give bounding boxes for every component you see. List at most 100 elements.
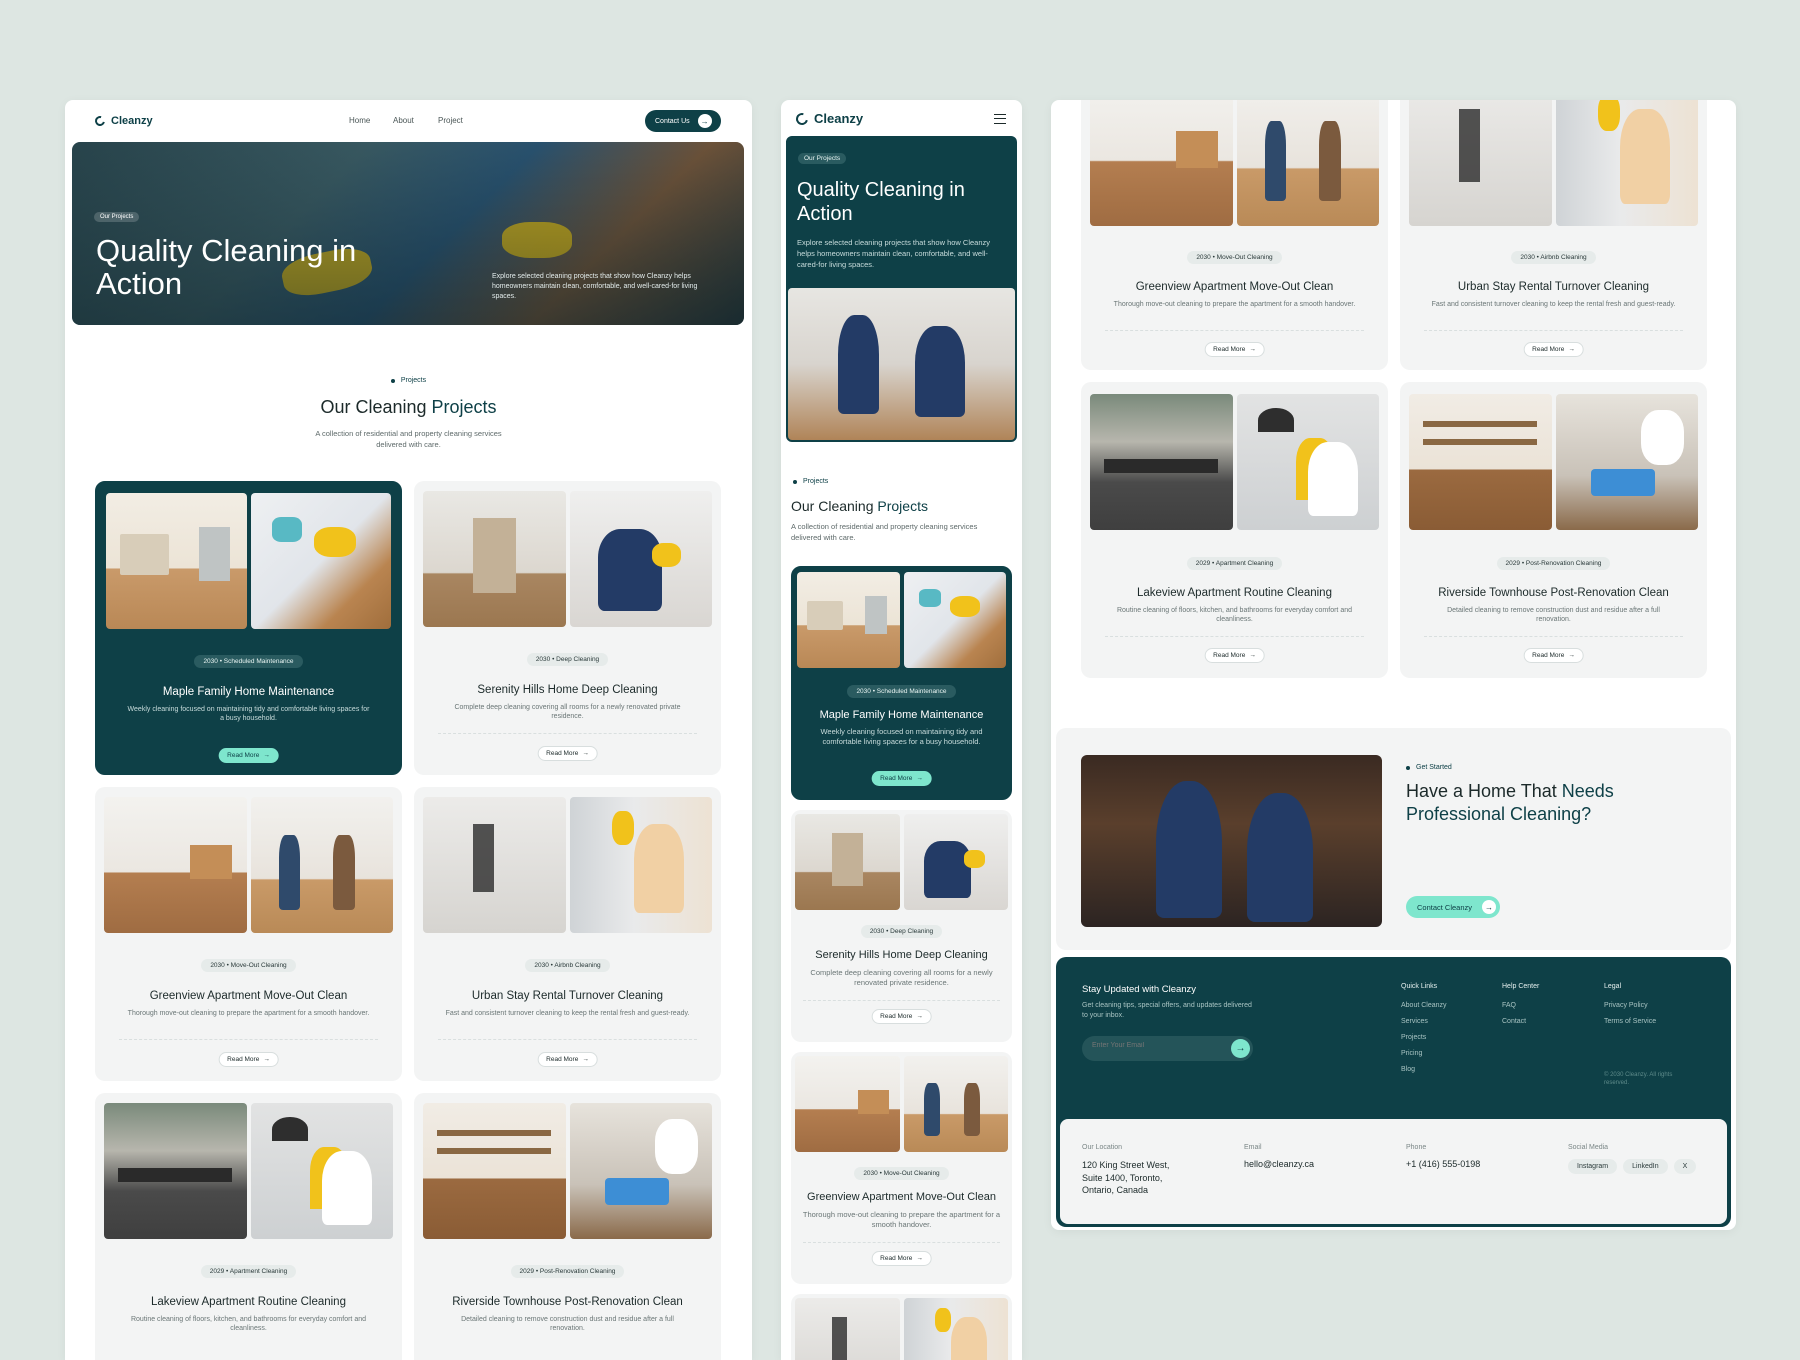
footer-link[interactable]: Projects (1401, 1034, 1447, 1041)
brand-logo[interactable]: Cleanzy (93, 114, 153, 128)
hallway-photo (423, 491, 566, 627)
email-input[interactable] (1092, 1042, 1222, 1049)
movers-photo (250, 797, 393, 933)
project-images (795, 814, 1008, 910)
footer-link[interactable]: Services (1401, 1018, 1447, 1025)
project-description: Routine cleaning of floors, kitchen, and… (1116, 607, 1353, 624)
project-card[interactable]: 2030 • Scheduled Maintenance Maple Famil… (95, 481, 402, 775)
help-center-column: Help Center FAQ Contact (1502, 983, 1539, 1034)
phone-value[interactable]: +1 (416) 555-0198 (1406, 1159, 1480, 1169)
project-year: 2030 (863, 1170, 878, 1177)
footer-link[interactable]: Blog (1401, 1066, 1447, 1073)
dining-room-photo (104, 1103, 247, 1239)
project-card[interactable]: 2030 • Airbnb Cleaning Urban Stay Rental… (1400, 100, 1707, 370)
project-title: Riverside Townhouse Post-Renovation Clea… (452, 1296, 683, 1308)
project-category: Apartment Cleaning (229, 1268, 288, 1275)
project-card[interactable]: 2030 • Move-Out Cleaning Greenview Apart… (1081, 100, 1388, 370)
project-images (423, 797, 712, 933)
social-linkedin[interactable]: LinkedIn (1623, 1159, 1668, 1174)
project-meta: 2030 • Deep Cleaning (414, 653, 721, 666)
contact-cleanzy-button[interactable]: Contact Cleanzy → (1406, 896, 1501, 918)
brand-logo[interactable]: Cleanzy (793, 110, 863, 127)
empty-apartment-photo (104, 797, 247, 933)
read-more-button[interactable]: Read More → (1204, 342, 1265, 357)
read-more-button[interactable]: Read More → (871, 1251, 932, 1266)
project-card[interactable]: 2029 • Post-Renovation Cleaning Riversid… (1400, 382, 1707, 678)
footer-link[interactable]: Terms of Service (1604, 1018, 1656, 1025)
project-meta: 2030 • Scheduled Maintenance (793, 685, 1010, 698)
read-more-label: Read More (1532, 652, 1565, 659)
contact-us-button[interactable]: Contact Us → (645, 110, 721, 132)
read-more-button[interactable]: Read More → (218, 748, 279, 763)
project-year: 2030 (869, 928, 885, 935)
hamburger-menu-icon[interactable] (994, 114, 1006, 124)
project-meta: 2030 • Move-Out Cleaning (791, 1167, 1012, 1180)
project-title: Riverside Townhouse Post-Renovation Clea… (1438, 587, 1669, 599)
cta-title-plain: Have a Home That (1406, 781, 1562, 801)
project-card[interactable]: 2029 • Apartment Cleaning Lakeview Apart… (95, 1093, 402, 1360)
project-category: Deep Cleaning (556, 656, 600, 663)
read-more-button[interactable]: Read More → (871, 1009, 932, 1024)
social-instagram[interactable]: Instagram (1568, 1159, 1618, 1174)
project-title: Greenview Apartment Move-Out Clean (1135, 281, 1334, 293)
read-more-button[interactable]: Read More → (1523, 342, 1584, 357)
social-label: Social Media (1568, 1144, 1609, 1151)
mobile-preview: Cleanzy Our Projects Quality Cleaning in… (781, 100, 1022, 1360)
projects-section-subtitle: A collection of residential and property… (315, 429, 502, 449)
project-card[interactable]: 2029 • Post-Renovation Cleaning Riversid… (414, 1093, 721, 1360)
location-label: Our Location (1082, 1144, 1123, 1151)
cleaners-thumbs-up-photo (1081, 755, 1382, 927)
project-title: Maple Family Home Maintenance (819, 709, 984, 721)
read-more-button[interactable]: Read More → (537, 746, 598, 761)
read-more-label: Read More (546, 750, 579, 757)
subscribe-button[interactable]: → (1231, 1039, 1250, 1058)
project-card[interactable] (791, 1294, 1012, 1360)
contact-info-strip: Our Location 120 King Street West, Suite… (1060, 1119, 1727, 1224)
project-card[interactable]: 2029 • Apartment Cleaning Lakeview Apart… (1081, 382, 1388, 678)
hero-title: Quality Cleaning in Action (96, 233, 357, 302)
projects-title-accent: Projects (431, 397, 497, 417)
project-card[interactable]: 2030 • Move-Out Cleaning Greenview Apart… (95, 787, 402, 1081)
logo-mark-icon (793, 110, 811, 127)
bullet-dot-icon (390, 378, 395, 383)
read-more-button[interactable]: Read More → (537, 1052, 598, 1067)
read-more-button[interactable]: Read More → (1523, 648, 1584, 663)
project-title: Greenview Apartment Move-Out Clean (149, 990, 348, 1002)
read-more-button[interactable]: Read More → (871, 771, 932, 786)
footer-link[interactable]: About Cleanzy (1401, 1002, 1447, 1009)
arrow-right-icon: → (263, 1056, 270, 1063)
read-more-button[interactable]: Read More → (218, 1052, 279, 1067)
nav-project[interactable]: Project (438, 116, 463, 125)
quick-links-heading: Quick Links (1401, 983, 1438, 990)
social-x[interactable]: X (1673, 1159, 1697, 1174)
project-card[interactable]: 2030 • Deep Cleaning Serenity Hills Home… (414, 481, 721, 775)
empty-apartment-photo (795, 1056, 900, 1152)
project-category: Move-Out Cleaning (230, 962, 287, 969)
arrow-right-icon: → (1482, 900, 1497, 914)
footer-link[interactable]: Contact (1502, 1018, 1539, 1025)
project-meta: 2029 • Post-Renovation Cleaning (1400, 557, 1707, 570)
nav-about[interactable]: About (393, 116, 414, 125)
project-card[interactable]: 2030 • Airbnb Cleaning Urban Stay Rental… (414, 787, 721, 1081)
footer-link[interactable]: Pricing (1401, 1050, 1447, 1057)
project-images (1090, 394, 1379, 530)
project-description: Routine cleaning of floors, kitchen, and… (130, 1316, 367, 1333)
hero-description: Explore selected cleaning projects that … (492, 273, 698, 301)
read-more-button[interactable]: Read More → (1204, 648, 1265, 663)
read-more-label: Read More (1213, 346, 1246, 353)
movers-photo (903, 1056, 1008, 1152)
card-divider (1424, 636, 1683, 637)
project-year: 2030 (534, 962, 549, 969)
read-more-label: Read More (880, 775, 913, 782)
project-card[interactable]: 2030 • Deep Cleaning Serenity Hills Home… (791, 810, 1012, 1042)
arrow-right-icon: → (582, 750, 589, 757)
project-meta: 2029 • Apartment Cleaning (95, 1265, 402, 1278)
email-value[interactable]: hello@cleanzy.ca (1244, 1159, 1314, 1169)
project-images (106, 493, 391, 629)
project-card[interactable]: 2030 • Scheduled Maintenance Maple Famil… (791, 566, 1012, 800)
footer-link[interactable]: FAQ (1502, 1002, 1539, 1009)
footer-link[interactable]: Privacy Policy (1604, 1002, 1656, 1009)
projects-title-plain: Our Cleaning (791, 498, 878, 514)
nav-home[interactable]: Home (349, 116, 370, 125)
project-card[interactable]: 2030 • Move-Out Cleaning Greenview Apart… (791, 1052, 1012, 1284)
